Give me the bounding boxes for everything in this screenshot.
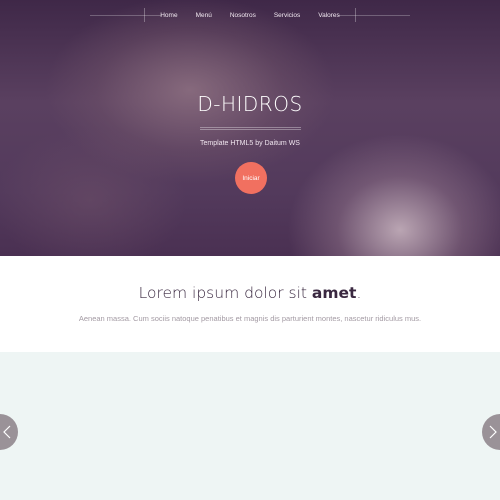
brand-divider bbox=[200, 127, 301, 130]
intro-section: Lorem ipsum dolor sit amet. Aenean massa… bbox=[0, 256, 500, 352]
main-nav: Home Menú Nosotros Servicios Valores bbox=[0, 8, 500, 22]
nav-item-home[interactable]: Home bbox=[151, 12, 186, 19]
chevron-right-icon bbox=[489, 425, 497, 439]
intro-title-bold: amet bbox=[311, 284, 357, 302]
slider-section bbox=[0, 352, 500, 500]
intro-text: Aenean massa. Cum sociis natoque penatib… bbox=[78, 314, 422, 323]
intro-title: Lorem ipsum dolor sit amet. bbox=[0, 284, 500, 302]
chevron-left-icon bbox=[3, 425, 11, 439]
brand-title: D-HIDROS bbox=[197, 92, 303, 116]
intro-title-regular: Lorem ipsum dolor sit bbox=[138, 284, 312, 302]
nav-item-menu[interactable]: Menú bbox=[187, 12, 221, 19]
slider-next-button[interactable] bbox=[482, 414, 500, 450]
nav-item-valores[interactable]: Valores bbox=[309, 12, 349, 19]
nav-item-servicios[interactable]: Servicios bbox=[265, 12, 309, 19]
slider-prev-button[interactable] bbox=[0, 414, 18, 450]
intro-title-end: . bbox=[356, 284, 362, 302]
hero-banner: Home Menú Nosotros Servicios Valores D-H… bbox=[0, 0, 500, 256]
start-button[interactable]: Iniciar bbox=[235, 162, 267, 194]
hero-subtitle: Template HTML5 by Daitum WS bbox=[200, 140, 300, 147]
nav-item-nosotros[interactable]: Nosotros bbox=[221, 12, 265, 19]
